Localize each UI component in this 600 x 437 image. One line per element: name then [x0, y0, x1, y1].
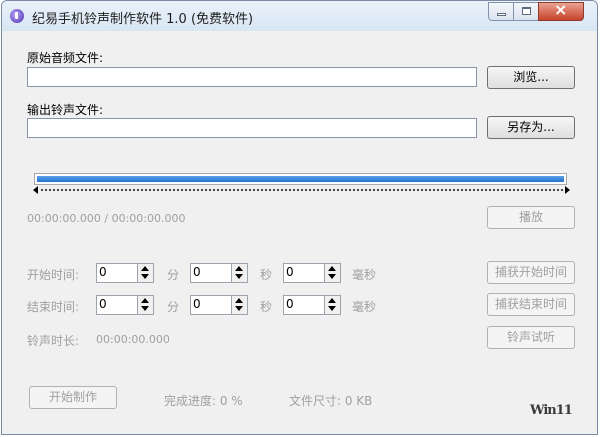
window-title: 纪易手机铃声制作软件 1.0 (免费软件): [32, 12, 254, 27]
spin-down-icon[interactable]: [328, 306, 336, 311]
spin-up-icon[interactable]: [328, 298, 336, 303]
start-minutes-stepper[interactable]: 0: [96, 263, 154, 283]
end-minutes-spin[interactable]: [137, 296, 153, 314]
save-as-button[interactable]: 另存为...: [487, 116, 575, 139]
maximize-button[interactable]: [513, 2, 539, 21]
start-millisecond-unit: 毫秒: [352, 268, 377, 282]
source-file-input[interactable]: [27, 67, 477, 87]
close-button[interactable]: ×: [538, 0, 584, 21]
selection-ruler[interactable]: [36, 189, 567, 192]
capture-start-time-button[interactable]: 捕获开始时间: [487, 261, 575, 284]
output-file-label: 输出铃声文件:: [27, 103, 104, 117]
play-button[interactable]: 播放: [487, 206, 575, 229]
capture-end-time-button[interactable]: 捕获结束时间: [487, 293, 575, 316]
browse-button[interactable]: 浏览...: [487, 66, 575, 89]
start-second-unit: 秒: [260, 268, 273, 282]
spin-down-icon[interactable]: [141, 274, 149, 279]
end-minutes-value: 0: [99, 297, 107, 311]
spin-up-icon[interactable]: [141, 298, 149, 303]
end-milliseconds-spin[interactable]: [324, 296, 340, 314]
selection-start-marker-icon[interactable]: [33, 186, 38, 194]
preview-ringtone-button[interactable]: 铃声试听: [487, 326, 575, 349]
end-seconds-value: 0: [193, 297, 201, 311]
end-milliseconds-stepper[interactable]: 0: [283, 295, 341, 315]
waveform-slider[interactable]: [34, 173, 567, 185]
start-milliseconds-value: 0: [286, 265, 294, 279]
maximize-icon: [522, 7, 531, 15]
end-seconds-spin[interactable]: [231, 296, 247, 314]
start-time-label: 开始时间:: [27, 268, 80, 282]
watermark-logo: Win11: [530, 403, 573, 418]
start-minute-unit: 分: [167, 268, 180, 282]
progress-label: 完成进度: 0 %: [164, 394, 243, 408]
end-millisecond-unit: 毫秒: [352, 300, 377, 314]
waveform-fill: [37, 176, 564, 182]
spin-down-icon[interactable]: [141, 306, 149, 311]
spin-down-icon[interactable]: [235, 306, 243, 311]
minimize-icon: [497, 13, 506, 16]
music-note-icon: [10, 9, 24, 23]
spin-down-icon[interactable]: [328, 274, 336, 279]
duration-label: 铃声时长:: [27, 334, 80, 348]
minimize-button[interactable]: [488, 2, 514, 21]
end-minutes-stepper[interactable]: 0: [96, 295, 154, 315]
selection-end-marker-icon[interactable]: [565, 186, 570, 194]
end-seconds-stepper[interactable]: 0: [190, 295, 248, 315]
title-bar[interactable]: 纪易手机铃声制作软件 1.0 (免费软件) ×: [2, 1, 597, 31]
start-milliseconds-spin[interactable]: [324, 264, 340, 282]
output-file-input[interactable]: [27, 118, 477, 138]
start-seconds-spin[interactable]: [231, 264, 247, 282]
app-window: 纪易手机铃声制作软件 1.0 (免费软件) × 原始音频文件: 浏览... 输出…: [1, 0, 598, 435]
spin-up-icon[interactable]: [141, 266, 149, 271]
start-making-button[interactable]: 开始制作: [29, 386, 117, 409]
start-milliseconds-stepper[interactable]: 0: [283, 263, 341, 283]
start-seconds-stepper[interactable]: 0: [190, 263, 248, 283]
time-readout: 00:00:00.000 / 00:00:00.000: [27, 212, 186, 225]
spin-up-icon[interactable]: [235, 298, 243, 303]
spin-up-icon[interactable]: [235, 266, 243, 271]
start-minutes-value: 0: [99, 265, 107, 279]
duration-value: 00:00:00.000: [96, 333, 170, 346]
spin-up-icon[interactable]: [328, 266, 336, 271]
end-second-unit: 秒: [260, 300, 273, 314]
end-milliseconds-value: 0: [286, 297, 294, 311]
end-minute-unit: 分: [167, 300, 180, 314]
file-size-label: 文件尺寸: 0 KB: [289, 394, 373, 408]
source-file-label: 原始音频文件:: [27, 51, 104, 65]
end-time-label: 结束时间:: [27, 300, 80, 314]
start-minutes-spin[interactable]: [137, 264, 153, 282]
spin-down-icon[interactable]: [235, 274, 243, 279]
start-seconds-value: 0: [193, 265, 201, 279]
close-icon: ×: [554, 0, 568, 19]
